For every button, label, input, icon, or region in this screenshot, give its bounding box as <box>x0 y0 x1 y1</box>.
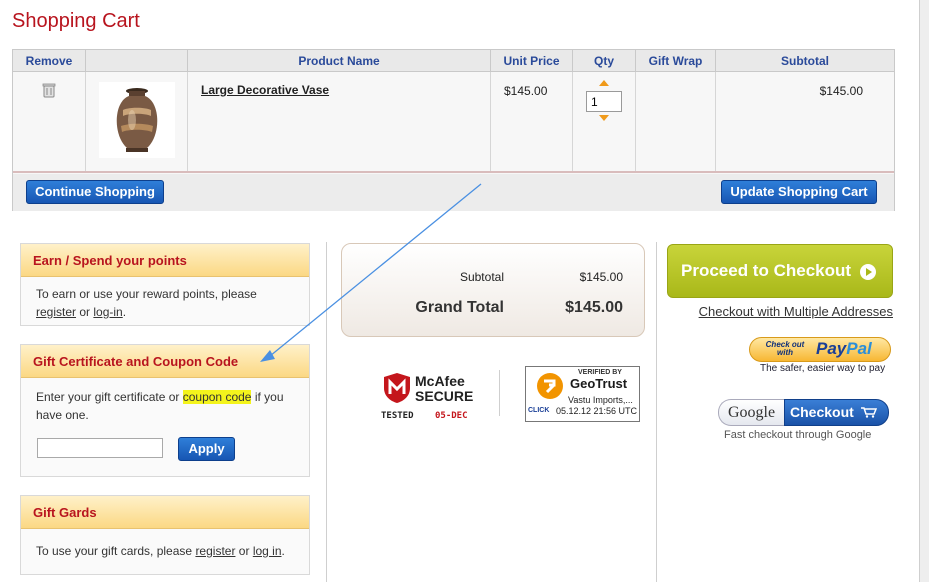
paypal-logo: PayPal <box>816 339 872 359</box>
cell-remove <box>13 72 86 171</box>
giftcard-text: To use your gift cards, please <box>36 544 193 558</box>
mcafee-secure: SECURE <box>415 388 474 404</box>
points-or: or <box>79 305 91 319</box>
google-checkout-button[interactable]: Google Checkout <box>718 399 889 426</box>
totals-panel: Subtotal $145.00 Grand Total $145.00 <box>341 243 645 337</box>
coupon-box-title: Gift Certificate and Coupon Code <box>21 345 309 378</box>
paypal-checkout-with: Check out with <box>765 340 805 357</box>
product-image[interactable] <box>99 82 175 158</box>
table-header: Remove Product Name Unit Price Qty Gift … <box>13 50 894 72</box>
giftcard-register-link[interactable]: register <box>195 544 235 558</box>
arrow-down-icon[interactable] <box>599 115 609 121</box>
row-subtotal-value: $145.00 <box>819 84 863 98</box>
grand-total-label: Grand Total <box>415 299 504 316</box>
column-divider <box>656 242 657 582</box>
google-checkout-label: Checkout <box>790 404 854 420</box>
arrow-up-icon[interactable] <box>599 80 609 86</box>
geotrust-verified: VERIFIED BY <box>578 369 622 376</box>
trash-icon[interactable] <box>41 82 57 98</box>
page-title: Shopping Cart <box>12 10 140 32</box>
coupon-box-body: Enter your gift certificate or coupon co… <box>21 378 309 432</box>
giftcard-end: . <box>281 544 285 558</box>
scrollbar[interactable] <box>919 0 929 582</box>
header-qty: Qty <box>573 50 636 72</box>
google-tagline: Fast checkout through Google <box>724 429 872 441</box>
proceed-label: Proceed to Checkout <box>681 261 852 280</box>
mcafee-brand: McAfee <box>415 373 465 389</box>
points-end: . <box>122 305 127 319</box>
mcafee-date: 05-DEC <box>435 411 468 421</box>
header-image <box>86 50 188 72</box>
points-box-title: Earn / Spend your points <box>21 244 309 277</box>
google-logo: Google <box>718 399 784 426</box>
checkout-multiple-addresses-link[interactable]: Checkout with Multiple Addresses <box>699 304 893 319</box>
giftcard-or: or <box>238 544 250 558</box>
paypal-checkout-button[interactable]: Check out with PayPal <box>749 337 891 362</box>
proceed-to-checkout-button[interactable]: Proceed to Checkout <box>667 244 893 298</box>
geotrust-click: CLICK <box>528 407 550 414</box>
points-box-body: To earn or use your reward points, pleas… <box>21 277 309 329</box>
giftcard-box: Gift Gards To use your gift cards, pleas… <box>20 495 310 575</box>
points-text: To earn or use your reward points, pleas… <box>36 287 257 301</box>
header-subtotal: Subtotal <box>781 54 829 68</box>
mcafee-shield-icon <box>384 373 410 403</box>
cell-subtotal: $145.00 <box>716 72 894 171</box>
giftcard-box-title: Gift Gards <box>21 496 309 529</box>
mcafee-badge[interactable]: McAfee SECURE TESTED 05-DEC <box>378 369 478 425</box>
subtotal-value: $145.00 <box>579 270 623 284</box>
header-product-name: Product Name <box>188 50 491 72</box>
geotrust-logo-icon <box>537 373 563 399</box>
update-cart-button[interactable]: Update Shopping Cart <box>721 180 877 204</box>
mcafee-tested: TESTED <box>381 411 414 421</box>
header-remove: Remove <box>13 50 86 72</box>
table-footer: Continue Shopping Update Shopping Cart <box>13 174 894 211</box>
header-unit-price: Unit Price <box>491 50 573 72</box>
continue-shopping-button[interactable]: Continue Shopping <box>26 180 164 204</box>
coupon-text: Enter your gift certificate or <box>36 390 180 404</box>
cart-icon <box>861 407 877 418</box>
column-divider <box>326 242 327 582</box>
paypal-tagline: The safer, easier way to pay <box>760 363 886 374</box>
google-checkout-label-box: Checkout <box>784 399 889 426</box>
unit-price-value: $145.00 <box>504 84 548 98</box>
register-link[interactable]: register <box>36 305 76 319</box>
login-link[interactable]: log-in <box>93 305 122 319</box>
cell-product-name: Large Decorative Vase <box>188 72 491 171</box>
coupon-box: Gift Certificate and Coupon Code Enter y… <box>20 344 310 477</box>
geotrust-badge[interactable]: VERIFIED BY GeoTrust Vastu Imports,... C… <box>525 366 640 422</box>
grand-total-value: $145.00 <box>565 299 623 316</box>
table-row: Large Decorative Vase $145.00 $145.00 <box>13 72 894 173</box>
header-gift-wrap: Gift Wrap <box>636 50 716 72</box>
subtotal-label: Subtotal <box>459 270 504 284</box>
cell-image <box>86 72 188 171</box>
product-name-link[interactable]: Large Decorative Vase <box>201 83 329 97</box>
geotrust-company: Vastu Imports,... <box>568 395 633 405</box>
giftcard-box-body: To use your gift cards, please register … <box>21 529 309 568</box>
geotrust-date: 05.12.12 21:56 UTC <box>556 406 638 416</box>
cell-unit-price: $145.00 <box>491 72 573 171</box>
apply-button[interactable]: Apply <box>178 437 235 461</box>
circle-arrow-right-icon <box>860 264 876 280</box>
cart-table: Remove Product Name Unit Price Qty Gift … <box>12 49 895 211</box>
points-box: Earn / Spend your points To earn or use … <box>20 243 310 326</box>
giftcard-login-link[interactable]: log in <box>253 544 282 558</box>
paypal-pal: Pal <box>846 339 872 358</box>
paypal-pay: Pay <box>816 339 847 358</box>
badge-separator <box>499 370 500 416</box>
coupon-highlight: coupon code <box>182 390 252 404</box>
cell-qty <box>573 72 636 171</box>
quantity-input[interactable] <box>586 91 622 112</box>
geotrust-brand: GeoTrust <box>570 376 628 391</box>
cell-gift-wrap <box>636 72 716 171</box>
coupon-code-input[interactable] <box>37 438 163 458</box>
